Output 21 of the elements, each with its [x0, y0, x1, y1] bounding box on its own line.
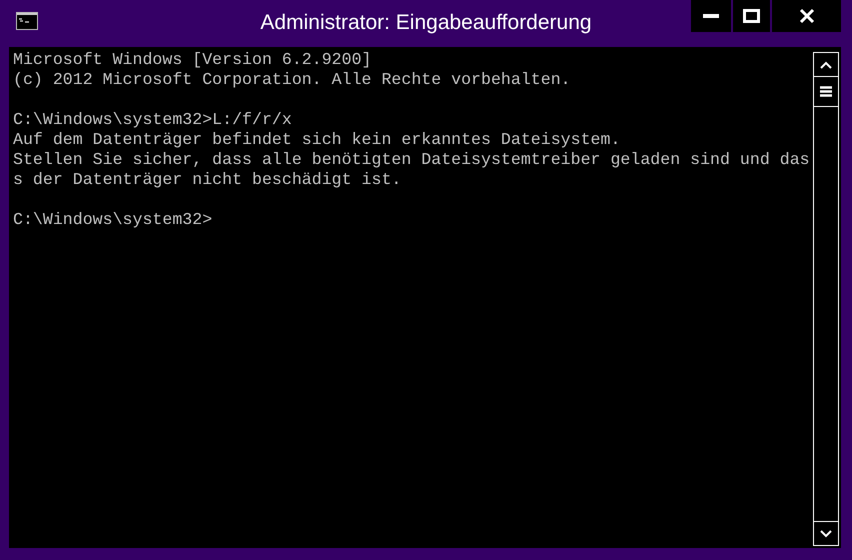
console-line: Auf dem Datenträger befindet sich kein erkanntes Dateisystem. [13, 130, 620, 150]
console-line: Microsoft Windows [Version 6.2.9200] [13, 50, 372, 70]
maximize-icon [743, 9, 760, 23]
scroll-up-button[interactable] [813, 52, 839, 77]
close-button[interactable] [772, 0, 841, 32]
grip-icon [820, 86, 832, 97]
scroll-thumb[interactable] [813, 77, 839, 107]
console-line: C:\Windows\system32>L:/f/r/x [13, 110, 292, 130]
close-icon [798, 8, 814, 24]
console-line: s der Datenträger nicht beschädigt ist. [13, 170, 402, 190]
minimize-button[interactable] [691, 0, 731, 32]
console-icon [16, 12, 38, 30]
chevron-up-icon [820, 60, 832, 68]
minimize-icon [703, 14, 719, 18]
scroll-down-button[interactable] [813, 521, 839, 546]
chevron-down-icon [820, 530, 832, 538]
console-line: (c) 2012 Microsoft Corporation. Alle Rechte vorbehalten. [13, 70, 571, 90]
console-line: C:\Windows\system32> [13, 210, 212, 230]
window-title: Administrator: Eingabeaufforderung [260, 10, 592, 36]
maximize-button[interactable] [733, 0, 770, 32]
console-line: Stellen Sie sicher, dass alle benötigten Dateisystemtreiber geladen sind und das [13, 150, 810, 170]
